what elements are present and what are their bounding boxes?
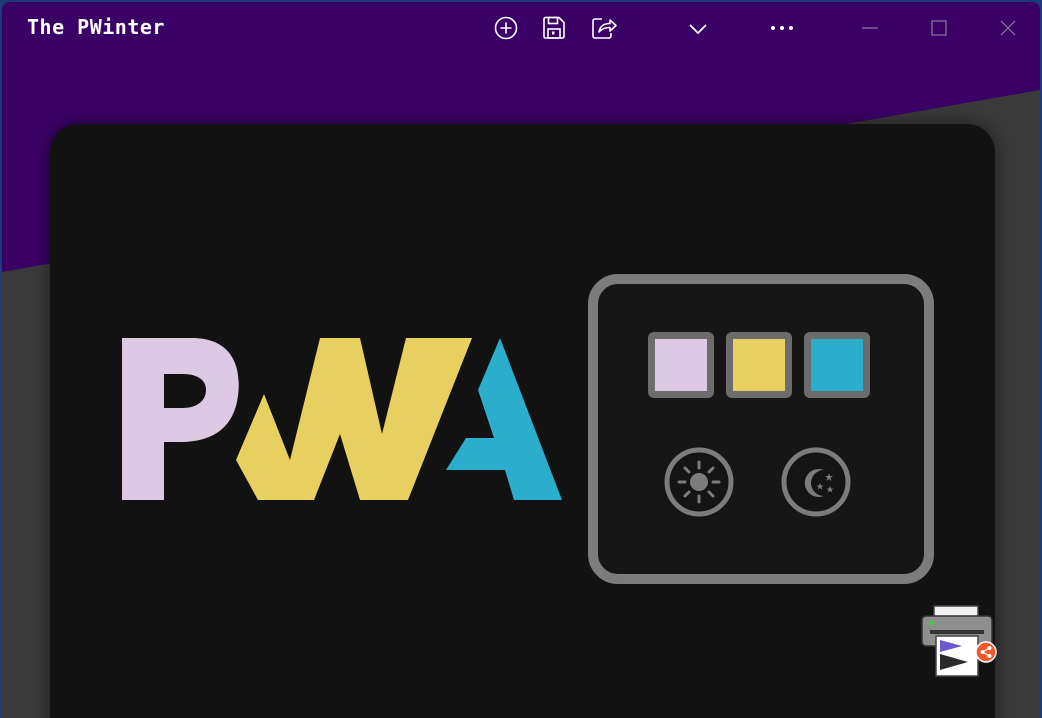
- theme-panel: [588, 274, 934, 584]
- logo-letter-p: [122, 338, 239, 500]
- close-button[interactable]: [994, 14, 1022, 42]
- logo-letter-a: [446, 338, 562, 500]
- minimize-button[interactable]: [856, 14, 884, 42]
- close-icon: [1000, 20, 1016, 36]
- share-button[interactable]: [590, 14, 618, 42]
- dropdown-button[interactable]: [684, 14, 712, 42]
- title-bar[interactable]: The PWinter: [2, 2, 1040, 54]
- maximize-icon: [931, 20, 947, 36]
- add-button[interactable]: [492, 14, 520, 42]
- swatch-teal[interactable]: [804, 332, 870, 398]
- swatch-yellow[interactable]: [726, 332, 792, 398]
- minimize-icon: [862, 27, 878, 29]
- add-circle-icon: [494, 16, 518, 40]
- light-mode-icon[interactable]: [663, 446, 735, 518]
- app-title: The PWinter: [27, 15, 165, 39]
- swatch-lavender[interactable]: [648, 332, 714, 398]
- print-share-icon[interactable]: [920, 604, 1004, 680]
- main-card: [50, 124, 995, 718]
- more-button[interactable]: [768, 14, 796, 42]
- share-icon: [592, 18, 617, 39]
- save-button[interactable]: [540, 14, 568, 42]
- logo-letter-w: [236, 338, 472, 500]
- app-window: The PWinter: [2, 2, 1040, 718]
- save-icon: [543, 16, 565, 39]
- more-icon: [771, 26, 793, 30]
- pwa-logo: [122, 338, 562, 500]
- maximize-button[interactable]: [925, 14, 953, 42]
- chevron-down-icon: [689, 24, 707, 35]
- dark-mode-icon[interactable]: [780, 446, 852, 518]
